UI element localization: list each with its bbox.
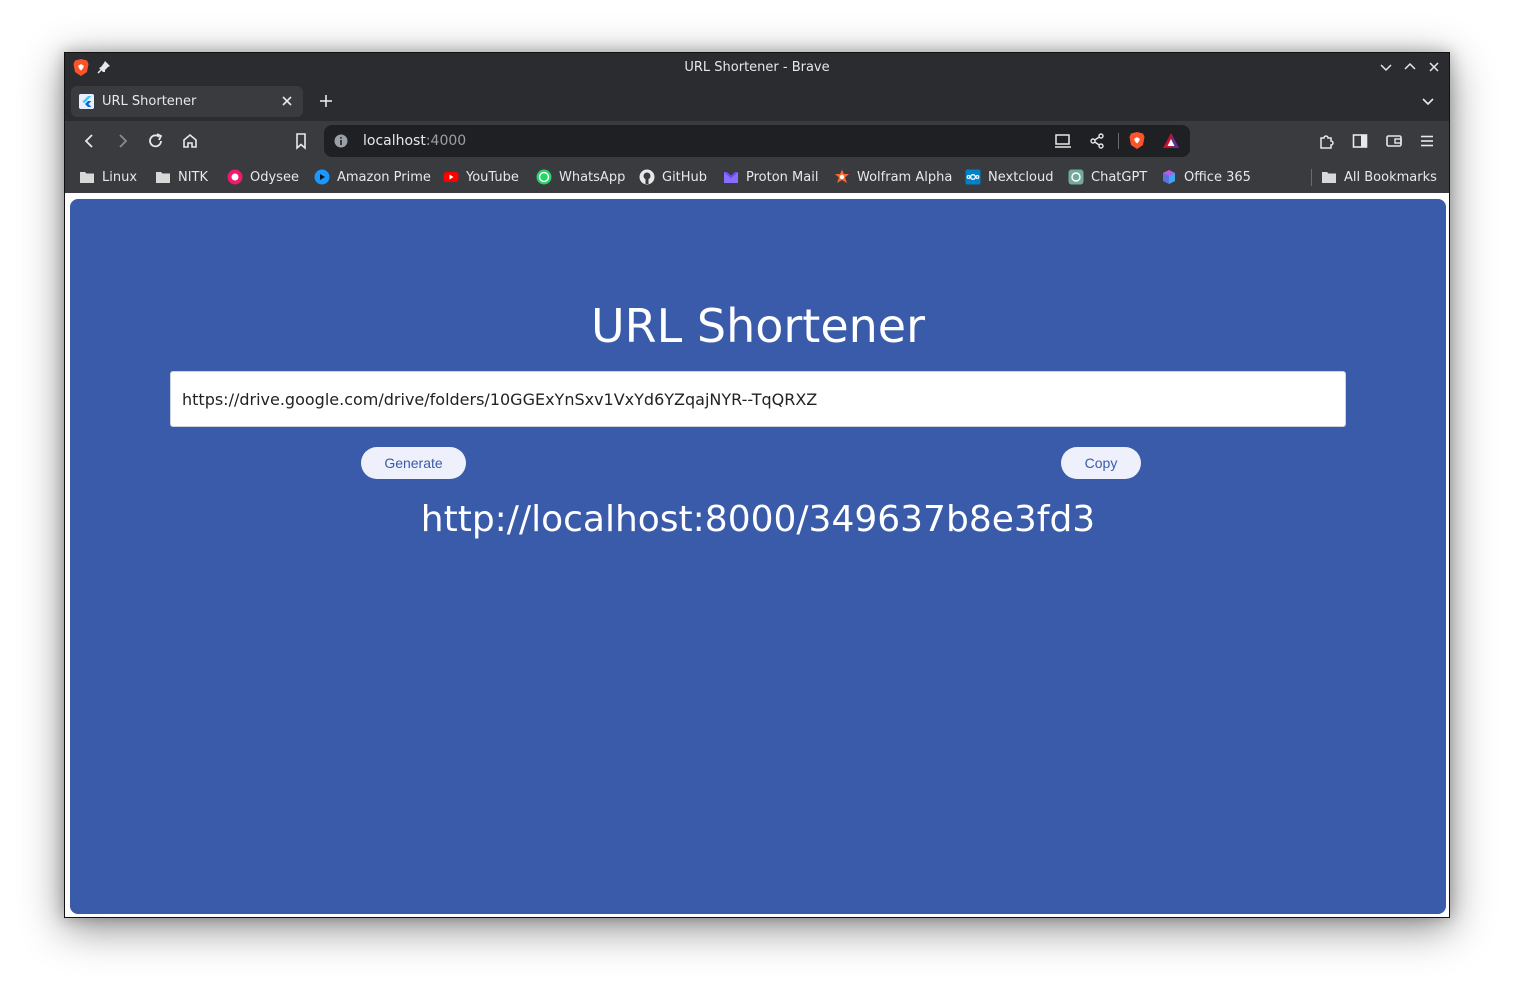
bookmark-icon[interactable] [292, 132, 310, 150]
bookmark-proton-mail[interactable]: Proton Mail [723, 168, 818, 186]
share-icon[interactable] [1089, 133, 1105, 149]
bookmark-nitk[interactable]: NITK [155, 168, 208, 186]
navigation-toolbar: localhost:4000 [65, 121, 1449, 161]
bookmark-github[interactable]: GitHub [639, 168, 707, 186]
bookmark-all-bookmarks[interactable]: All Bookmarks [1321, 168, 1437, 186]
github-icon [639, 169, 655, 185]
bookmark-label: Wolfram Alpha [857, 169, 953, 185]
close-tab-icon[interactable] [281, 95, 293, 107]
brave-rewards-icon[interactable] [1162, 132, 1180, 149]
reload-icon[interactable] [147, 132, 165, 150]
tab-strip: URL Shortener [65, 82, 1449, 121]
window-title: URL Shortener - Brave [684, 60, 830, 75]
bookmarks-bar: Linux NITK Odysee Amazon Prime YouTube W… [65, 161, 1449, 193]
site-info-icon[interactable] [334, 134, 348, 148]
office-icon [1163, 170, 1175, 184]
extensions-puzzle-icon[interactable] [1318, 132, 1336, 150]
bookmarks-divider [1311, 169, 1312, 186]
whatsapp-icon [536, 169, 552, 185]
nextcloud-icon [965, 169, 981, 185]
proton-mail-icon [724, 172, 738, 183]
url-text: localhost:4000 [363, 133, 466, 149]
folder-icon [156, 172, 170, 183]
tab-label: URL Shortener [102, 94, 197, 109]
home-icon[interactable] [181, 132, 199, 150]
bookmark-whatsapp[interactable]: WhatsApp [536, 168, 625, 186]
bookmark-amazon-prime[interactable]: Amazon Prime [314, 168, 431, 186]
minimize-icon[interactable] [1379, 60, 1393, 74]
close-window-icon[interactable] [1427, 60, 1441, 74]
bookmark-label: ChatGPT [1091, 169, 1148, 185]
short-url-result: http://localhost:8000/349637b8e3fd3 [420, 499, 1096, 540]
copy-button[interactable]: Copy [1061, 447, 1141, 479]
back-icon[interactable] [80, 132, 98, 150]
sidebar-toggle-icon[interactable] [1351, 132, 1369, 150]
bookmark-label: Amazon Prime [337, 169, 431, 185]
page-viewport: URL Shortener Generate Copy http://local… [65, 193, 1449, 917]
title-bar: URL Shortener - Brave [65, 53, 1449, 82]
bookmark-linux[interactable]: Linux [79, 168, 137, 186]
bookmark-label: Office 365 [1184, 169, 1251, 185]
address-bar[interactable]: localhost:4000 [324, 125, 1190, 157]
cast-screen-icon[interactable] [1054, 133, 1072, 149]
bookmark-youtube[interactable]: YouTube [443, 168, 519, 186]
bookmark-label: All Bookmarks [1344, 169, 1437, 185]
bookmark-label: Nextcloud [988, 169, 1054, 185]
bookmark-chatgpt[interactable]: ChatGPT [1068, 168, 1147, 186]
long-url-input[interactable] [170, 371, 1346, 427]
wallet-icon[interactable] [1385, 132, 1403, 150]
bookmark-label: Linux [102, 169, 138, 185]
page-title: URL Shortener [591, 299, 925, 353]
tab-list-chevron-icon[interactable] [1421, 94, 1435, 108]
main-menu-icon[interactable] [1418, 132, 1436, 150]
chatgpt-icon [1068, 169, 1084, 185]
url-port: :4000 [425, 133, 467, 149]
bookmark-label: YouTube [466, 169, 519, 185]
folder-icon [80, 172, 94, 183]
browser-window: URL Shortener - Brave URL Shortener loca… [64, 52, 1450, 918]
bookmark-label: WhatsApp [559, 169, 626, 185]
generate-button[interactable]: Generate [361, 447, 466, 479]
youtube-icon [443, 172, 459, 182]
prime-video-icon [314, 169, 330, 185]
new-tab-icon[interactable] [318, 93, 334, 109]
bookmark-label: NITK [178, 169, 209, 185]
bookmark-label: Odysee [250, 169, 299, 185]
bookmark-label: Proton Mail [746, 169, 819, 185]
url-host: localhost [363, 133, 426, 149]
forward-icon[interactable] [114, 132, 132, 150]
maximize-icon[interactable] [1403, 60, 1417, 74]
bookmark-wolfram-alpha[interactable]: Wolfram Alpha [834, 168, 952, 186]
tab-url-shortener[interactable]: URL Shortener [71, 86, 303, 117]
odysee-icon [227, 169, 243, 185]
bookmark-label: GitHub [662, 169, 708, 185]
bookmark-odysee[interactable]: Odysee [227, 168, 299, 186]
app-container: URL Shortener Generate Copy http://local… [70, 199, 1446, 914]
bookmark-office-365[interactable]: Office 365 [1161, 168, 1251, 186]
brave-shields-icon[interactable] [1128, 131, 1146, 150]
flutter-favicon-icon [79, 94, 94, 109]
wolfram-icon [835, 169, 849, 183]
bookmark-nextcloud[interactable]: Nextcloud [965, 168, 1054, 186]
urlbar-divider [1118, 133, 1119, 149]
folder-icon [1322, 172, 1336, 183]
